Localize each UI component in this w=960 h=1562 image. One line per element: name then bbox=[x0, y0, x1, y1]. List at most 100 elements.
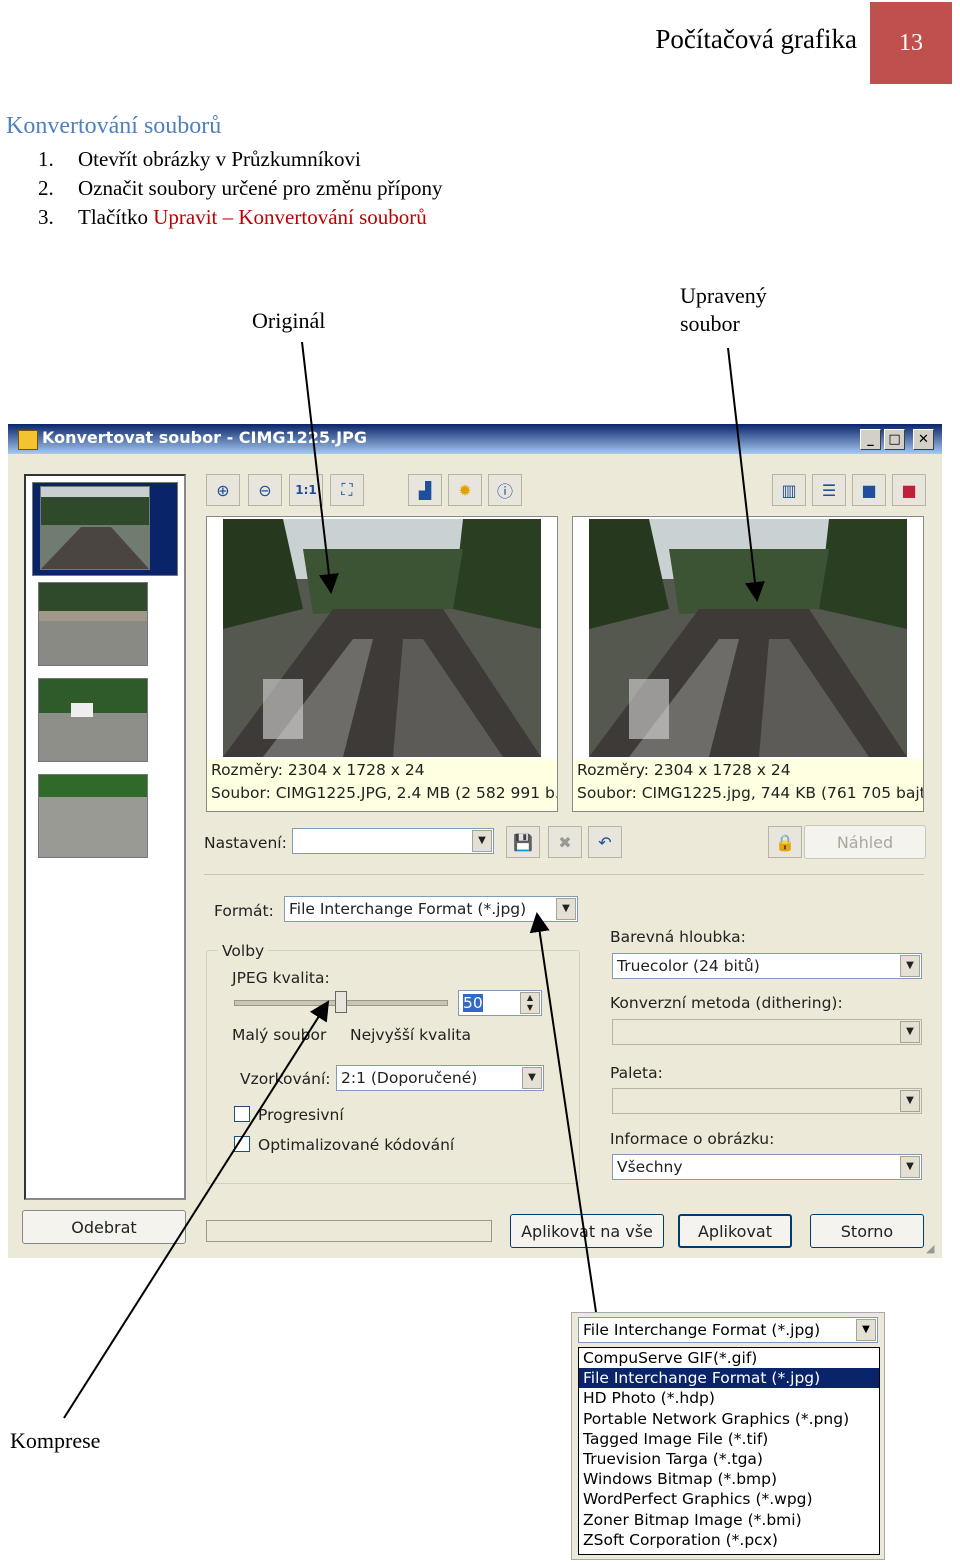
converted-photo bbox=[589, 519, 907, 757]
original-file: Soubor: CIMG1225.JPG, 2.4 MB (2 582 991 … bbox=[211, 784, 557, 802]
thumbnail-item[interactable] bbox=[38, 678, 148, 762]
progressive-label: Progresivní bbox=[258, 1106, 344, 1124]
chevron-down-icon: ▼ bbox=[856, 1319, 876, 1341]
close-button[interactable]: ✕ bbox=[913, 429, 934, 450]
format-dropdown-select[interactable]: File Interchange Format (*.jpg) ▼ bbox=[578, 1317, 878, 1343]
step-item: 1. Otevřít obrázky v Průzkumníkovi bbox=[38, 145, 442, 174]
format-option[interactable]: CompuServe GIF(*.gif) bbox=[579, 1348, 879, 1368]
page-number: 13 bbox=[870, 2, 952, 84]
spinner-arrows-icon[interactable]: ▲ ▼ bbox=[520, 992, 540, 1014]
actual-size-icon[interactable]: 1:1 bbox=[289, 474, 323, 506]
split-vertical-icon[interactable]: ▥ bbox=[772, 474, 806, 506]
thumbnail-list[interactable] bbox=[24, 474, 186, 1200]
image-info-value: Všechny bbox=[617, 1158, 683, 1176]
zoom-in-icon[interactable]: ⊕ bbox=[206, 474, 240, 506]
optimized-checkbox[interactable] bbox=[234, 1136, 250, 1152]
step-text: Tlačítko bbox=[78, 205, 154, 229]
caption-compression: Komprese bbox=[10, 1428, 101, 1453]
cancel-button[interactable]: Storno bbox=[810, 1214, 924, 1248]
format-option-selected[interactable]: File Interchange Format (*.jpg) bbox=[579, 1368, 879, 1389]
format-option[interactable]: HD Photo (*.hdp) bbox=[579, 1388, 879, 1408]
page-header-title: Počítačová grafika bbox=[655, 24, 857, 54]
format-option[interactable]: Tagged Image File (*.tif) bbox=[579, 1429, 879, 1449]
color-depth-select[interactable]: Truecolor (24 bitů) ▼ bbox=[612, 953, 922, 979]
sampling-select[interactable]: 2:1 (Doporučené) ▼ bbox=[336, 1065, 544, 1091]
lock-icon[interactable]: 🔒 bbox=[768, 826, 802, 858]
undo-icon[interactable]: ↶ bbox=[588, 826, 622, 858]
best-quality-label: Nejvyšší kvalita bbox=[350, 1026, 472, 1044]
caption-modified-1: Upravený bbox=[680, 283, 767, 308]
delete-settings-icon[interactable]: ✖ bbox=[548, 826, 582, 858]
format-option[interactable]: Zoner Bitmap Image (*.bmi) bbox=[579, 1510, 879, 1530]
app-icon bbox=[18, 430, 38, 450]
fit-to-window-icon[interactable]: ⛶ bbox=[330, 474, 364, 506]
chevron-down-icon: ▼ bbox=[900, 1090, 920, 1112]
settings-select[interactable]: ▼ bbox=[292, 828, 494, 854]
color-depth-label: Barevná hloubka: bbox=[610, 928, 746, 946]
format-option[interactable]: ZSoft Corporation (*.pcx) bbox=[579, 1530, 879, 1550]
quality-slider-thumb[interactable] bbox=[335, 991, 347, 1013]
format-dropdown: File Interchange Format (*.jpg) ▼ CompuSe… bbox=[571, 1312, 885, 1560]
single-view-alt-icon[interactable]: ■ bbox=[892, 474, 926, 506]
chevron-down-icon: ▼ bbox=[900, 1021, 920, 1043]
chevron-down-icon: ▼ bbox=[472, 830, 492, 852]
remove-button[interactable]: Odebrat bbox=[22, 1210, 186, 1244]
original-photo bbox=[223, 519, 541, 757]
caption-modified-2: soubor bbox=[680, 311, 740, 336]
quality-spinner[interactable]: 50 ▲ ▼ bbox=[458, 990, 542, 1016]
resize-grip-icon[interactable]: ◢ bbox=[926, 1242, 938, 1255]
convert-dialog: Konvertovat soubor - CIMG1225.JPG _ □ ✕ … bbox=[8, 424, 942, 1258]
palette-label: Paleta: bbox=[610, 1064, 663, 1082]
settings-label: Nastavení: bbox=[204, 834, 287, 852]
image-info-select[interactable]: Všechny ▼ bbox=[612, 1154, 922, 1180]
jpeg-quality-label: JPEG kvalita: bbox=[232, 969, 330, 987]
format-option[interactable]: Portable Network Graphics (*.png) bbox=[579, 1409, 879, 1429]
format-dropdown-value: File Interchange Format (*.jpg) bbox=[583, 1321, 821, 1339]
save-settings-icon[interactable]: 💾 bbox=[506, 826, 540, 858]
step-item: 2. Označit soubory určené pro změnu přípo… bbox=[38, 174, 442, 203]
palette-select[interactable]: ▼ bbox=[612, 1088, 922, 1114]
step-number: 2. bbox=[38, 176, 54, 200]
format-option[interactable]: Windows Bitmap (*.bmp) bbox=[579, 1469, 879, 1489]
split-horizontal-icon[interactable]: ☰ bbox=[812, 474, 846, 506]
step-text: Označit soubory určené pro změnu přípony bbox=[78, 176, 443, 200]
converted-preview: Rozměry: 2304 x 1728 x 24 Soubor: CIMG12… bbox=[572, 516, 924, 812]
zoom-out-icon[interactable]: ⊖ bbox=[248, 474, 282, 506]
title-bar: Konvertovat soubor - CIMG1225.JPG _ □ ✕ bbox=[8, 424, 942, 454]
window-title: Konvertovat soubor - CIMG1225.JPG bbox=[42, 428, 367, 447]
small-file-label: Malý soubor bbox=[232, 1026, 327, 1044]
optimized-label: Optimalizované kódování bbox=[258, 1136, 455, 1154]
divider bbox=[204, 874, 924, 875]
minimize-button[interactable]: _ bbox=[860, 429, 881, 450]
converted-info: Rozměry: 2304 x 1728 x 24 Soubor: CIMG12… bbox=[573, 759, 923, 811]
thumbnail-item[interactable] bbox=[40, 486, 150, 570]
chevron-down-icon: ▼ bbox=[556, 898, 576, 920]
format-options-list: CompuServe GIF(*.gif) File Interchange F… bbox=[578, 1347, 880, 1555]
histogram-icon[interactable]: ▟ bbox=[408, 474, 442, 506]
dithering-select[interactable]: ▼ bbox=[612, 1019, 922, 1045]
dithering-label: Konverzní metoda (dithering): bbox=[610, 994, 843, 1012]
apply-all-button[interactable]: Aplikovat na vše bbox=[510, 1214, 664, 1248]
preview-button[interactable]: Náhled bbox=[804, 825, 926, 859]
color-depth-value: Truecolor (24 bitů) bbox=[617, 957, 760, 975]
single-view-icon[interactable]: ■ bbox=[852, 474, 886, 506]
options-group-label: Volby bbox=[218, 942, 269, 960]
chevron-down-icon: ▼ bbox=[900, 1156, 920, 1178]
brightness-icon[interactable]: ✹ bbox=[448, 474, 482, 506]
progressive-checkbox[interactable] bbox=[234, 1106, 250, 1122]
apply-button[interactable]: Aplikovat bbox=[678, 1214, 792, 1248]
chevron-down-icon: ▼ bbox=[900, 955, 920, 977]
sampling-label: Vzorkování: bbox=[240, 1070, 331, 1088]
maximize-button[interactable]: □ bbox=[884, 429, 905, 450]
converted-dimensions: Rozměry: 2304 x 1728 x 24 bbox=[577, 761, 791, 779]
chevron-down-icon: ▼ bbox=[522, 1067, 542, 1089]
image-info-label: Informace o obrázku: bbox=[610, 1130, 775, 1148]
converted-file: Soubor: CIMG1225.jpg, 744 KB (761 705 ba… bbox=[577, 784, 923, 802]
format-label: Formát: bbox=[214, 902, 274, 920]
format-option[interactable]: Truevision Targa (*.tga) bbox=[579, 1449, 879, 1469]
thumbnail-item[interactable] bbox=[38, 774, 148, 858]
format-option[interactable]: WordPerfect Graphics (*.wpg) bbox=[579, 1489, 879, 1509]
format-select[interactable]: File Interchange Format (*.jpg) ▼ bbox=[284, 896, 578, 922]
thumbnail-item[interactable] bbox=[38, 582, 148, 666]
info-icon[interactable]: ⓘ bbox=[488, 474, 522, 506]
